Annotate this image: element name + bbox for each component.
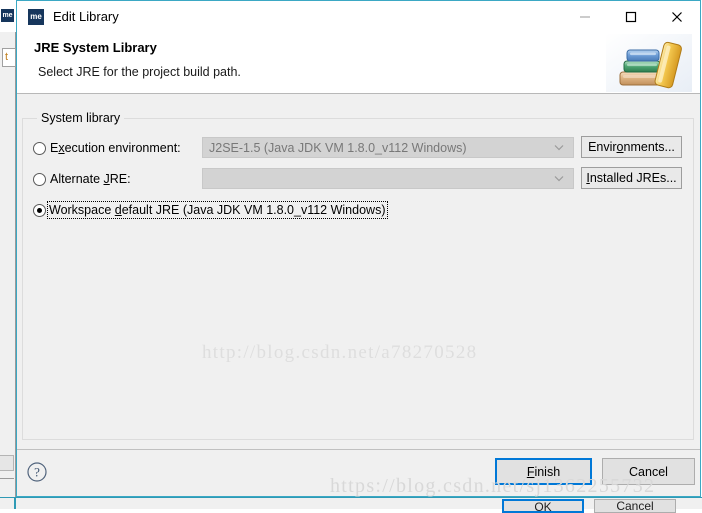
background-bottom-edge (14, 498, 16, 509)
focus-outline: Workspace default JRE (Java JDK VM 1.8.0… (47, 201, 389, 219)
dialog-content: System library Execution environment: J2… (17, 94, 700, 449)
dialog-title: Edit Library (53, 9, 119, 24)
radio-label-execution-environment: Execution environment: (50, 141, 181, 155)
dialog-titlebar[interactable]: me Edit Library (17, 1, 700, 32)
close-button[interactable] (654, 1, 700, 32)
finish-button-label: Finish (526, 464, 561, 479)
maximize-button[interactable] (608, 1, 654, 32)
cancel-button-label: Cancel (629, 464, 668, 479)
radio-alternate-jre[interactable] (33, 172, 46, 186)
background-app-icon: me (1, 9, 14, 22)
window-controls (562, 1, 700, 32)
radio-row-workspace-default-jre[interactable]: Workspace default JRE (Java JDK VM 1.8.0… (33, 199, 683, 221)
system-library-group-label: System library (37, 111, 125, 125)
chevron-down-icon (554, 138, 564, 157)
close-icon (672, 11, 682, 22)
eclipse-app-icon: me (28, 8, 44, 25)
radio-label-workspace-default-jre: Workspace default JRE (Java JDK VM 1.8.0… (49, 203, 386, 217)
environments-button-label: Environments... (588, 140, 675, 154)
edit-library-dialog: me Edit Library JRE System Library Selec… (16, 0, 701, 497)
background-text-field[interactable]: t (2, 48, 16, 67)
dialog-footer: ? Finish Cancel (17, 449, 700, 496)
minimize-icon (580, 16, 590, 17)
cancel-button[interactable]: Cancel (602, 458, 695, 485)
chevron-down-icon (554, 169, 564, 188)
minimize-button[interactable] (562, 1, 608, 32)
background-separator (0, 478, 14, 479)
page-description: Select JRE for the project build path. (38, 65, 241, 79)
radio-execution-environment[interactable] (33, 141, 46, 155)
system-library-group: System library Execution environment: J2… (22, 111, 694, 440)
background-cancel-button[interactable]: Cancel (594, 499, 676, 513)
installed-jres-button[interactable]: Installed JREs... (581, 167, 682, 189)
radio-workspace-default-jre[interactable] (33, 203, 46, 217)
environments-button[interactable]: Environments... (581, 136, 682, 158)
help-button[interactable]: ? (26, 461, 48, 483)
page-title: JRE System Library (34, 40, 157, 55)
background-ok-button[interactable]: OK (502, 499, 584, 513)
dialog-header: JRE System Library Select JRE for the pr… (17, 32, 700, 94)
finish-button[interactable]: Finish (495, 458, 592, 485)
execution-environment-combo-value: J2SE-1.5 (Java JDK VM 1.8.0_v112 Windows… (209, 140, 467, 155)
alternate-jre-combo[interactable] (202, 168, 574, 189)
installed-jres-button-label: Installed JREs... (586, 171, 677, 185)
radio-label-alternate-jre: Alternate JRE: (50, 172, 131, 186)
books-icon (606, 34, 692, 92)
background-panel-strip (0, 455, 14, 471)
maximize-icon (625, 11, 637, 22)
background-window-left[interactable]: me t (0, 0, 16, 497)
svg-text:?: ? (34, 465, 40, 480)
execution-environment-combo[interactable]: J2SE-1.5 (Java JDK VM 1.8.0_v112 Windows… (202, 137, 574, 158)
background-window-bottom: OK Cancel (0, 497, 702, 513)
